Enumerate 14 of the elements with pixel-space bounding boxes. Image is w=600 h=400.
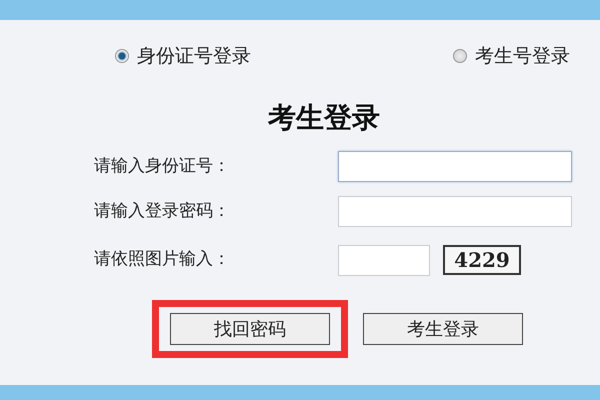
radio-button[interactable]: [115, 49, 129, 63]
captcha-image: 4229: [443, 245, 521, 275]
field-label: 请依照图片输入：: [94, 248, 231, 272]
field-label: 请输入登录密码：: [94, 200, 231, 223]
radio-button[interactable]: [453, 49, 467, 63]
recover-password-button[interactable]: 找回密码: [170, 313, 330, 345]
login-mode-label[interactable]: 身份证号登录: [137, 42, 251, 70]
captcha-field[interactable]: [338, 244, 430, 276]
id-number-field[interactable]: [338, 151, 572, 182]
field-label: 请输入身份证号：: [94, 154, 231, 178]
login-button[interactable]: 考生登录: [363, 313, 523, 345]
login-mode-label[interactable]: 考生号登录: [475, 42, 570, 70]
login-title: 考生登录: [268, 101, 380, 134]
password-field[interactable]: [338, 196, 572, 227]
